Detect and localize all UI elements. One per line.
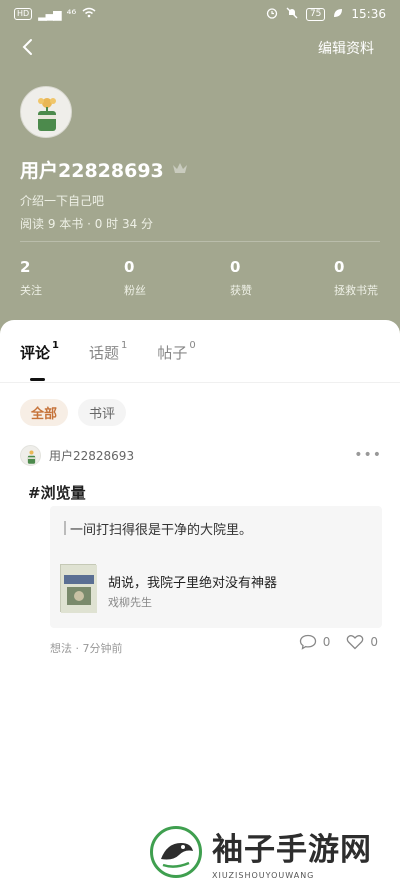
tab-label: 帖子	[157, 344, 188, 362]
like-button[interactable]: 0	[346, 634, 378, 650]
quote-text: 一间打扫得很是干净的大院里。	[70, 523, 253, 538]
comment-icon	[299, 634, 316, 650]
watermark: 袖子手游网 XIUZISHOUYOUWANG	[150, 822, 390, 882]
signal-icon: ▂▄▆	[38, 7, 61, 21]
filter-chips: 全部 书评	[20, 399, 127, 426]
profile-header: HD ▂▄▆ ⁴⁶ 75 15:36 编辑资料 用户22828693 介绍一下自…	[0, 0, 400, 340]
stat-likes[interactable]: 0 获赞	[230, 258, 252, 298]
hd-badge: HD	[14, 8, 33, 20]
stat-value: 0	[124, 258, 135, 276]
stat-label: 关注	[20, 284, 42, 297]
post-username[interactable]: 用户22828693	[49, 447, 134, 464]
content-panel: 评论 1 话题 1 帖子 0 全部 书评 用户22828693 ••• #浏览量…	[0, 320, 400, 888]
back-button[interactable]	[16, 36, 38, 58]
tabs-divider	[0, 382, 400, 383]
tab-comments[interactable]: 评论 1	[20, 340, 59, 363]
wifi-icon	[82, 7, 96, 21]
stat-value: 0	[230, 258, 241, 276]
like-count: 0	[370, 635, 378, 649]
header-divider	[20, 241, 380, 242]
stat-following[interactable]: 2 关注	[20, 258, 42, 298]
post-actions: 0 0	[299, 634, 378, 650]
quote-bar	[64, 521, 66, 535]
comment-post[interactable]: 用户22828693 ••• #浏览量 一间打扫得很是干净的大院里。 胡说，我院…	[20, 444, 382, 655]
watermark-title: 袖子手游网	[212, 832, 372, 868]
stat-label: 粉丝	[124, 284, 146, 297]
filter-book-review[interactable]: 书评	[78, 399, 127, 426]
tab-count: 1	[52, 340, 59, 351]
post-topic[interactable]: #浏览量	[28, 482, 382, 503]
stats-row: 2 关注 0 粉丝 0 获赞 0 拯救书荒	[20, 258, 382, 298]
avatar[interactable]	[20, 86, 72, 138]
profile-intro[interactable]: 介绍一下自己吧	[20, 192, 104, 209]
tab-count: 1	[121, 340, 128, 351]
watermark-logo	[150, 826, 202, 878]
filter-all[interactable]: 全部	[20, 399, 69, 426]
book-author: 戏柳先生	[108, 596, 152, 609]
quote-card[interactable]: 一间打扫得很是干净的大院里。 胡说，我院子里绝对没有神器 戏柳先生	[50, 506, 382, 628]
chevron-left-icon	[22, 39, 32, 55]
stat-label: 拯救书荒	[334, 284, 378, 297]
book-title[interactable]: 胡说，我院子里绝对没有神器	[108, 572, 277, 591]
stat-value: 0	[334, 258, 345, 276]
comment-button[interactable]: 0	[299, 634, 331, 650]
tab-bar: 评论 1 话题 1 帖子 0	[20, 340, 196, 363]
post-meta: 想法 · 7分钟前	[50, 642, 123, 655]
network-label: ⁴⁶	[66, 7, 77, 21]
username: 用户22828693	[20, 160, 164, 182]
leaf-icon	[333, 7, 343, 21]
tab-label: 评论	[20, 344, 51, 362]
stat-followers[interactable]: 0 粉丝	[124, 258, 146, 298]
watermark-subtitle: XIUZISHOUYOUWANG	[212, 871, 315, 880]
crown-icon	[172, 160, 188, 179]
book-cover[interactable]	[60, 564, 97, 613]
status-bar: HD ▂▄▆ ⁴⁶ 75 15:36	[0, 0, 400, 28]
clock-time: 15:36	[351, 7, 386, 21]
stat-rescue[interactable]: 0 拯救书荒	[334, 258, 378, 298]
reading-stats: 阅读 9 本书 · 0 时 34 分	[20, 217, 154, 231]
tab-posts[interactable]: 帖子 0	[157, 340, 196, 363]
battery-indicator: 75	[305, 7, 326, 21]
alarm-icon	[266, 7, 278, 22]
comment-count: 0	[322, 635, 331, 649]
heart-icon	[347, 635, 364, 650]
tab-topics[interactable]: 话题 1	[88, 340, 128, 363]
tab-label: 话题	[88, 344, 119, 362]
post-avatar[interactable]	[20, 444, 41, 466]
mute-icon	[286, 7, 298, 22]
stat-label: 获赞	[230, 284, 252, 297]
tab-active-indicator	[30, 378, 45, 381]
more-options-button[interactable]: •••	[354, 447, 382, 463]
tab-count: 0	[189, 340, 196, 351]
edit-profile-button[interactable]: 编辑资料	[318, 38, 374, 58]
stat-value: 2	[20, 258, 31, 276]
